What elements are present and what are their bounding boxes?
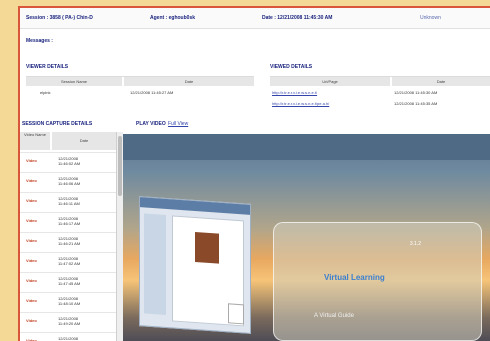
video-date: 12/21/2008 11:46:21 AM [58, 236, 81, 246]
session-label: Session : 3858 ( PA-) Chin-D [26, 15, 93, 21]
viewed-details-title: VIEWED DETAILS [270, 64, 313, 70]
table-row[interactable]: Video 12/21/2008 11:46:11 AM [20, 192, 116, 213]
viewer-details-title: VIEWER DETAILS [26, 64, 69, 70]
video-link[interactable]: Video [26, 198, 37, 203]
table-row[interactable]: Video 12/21/2008 11:47:02 AM [20, 252, 116, 273]
full-view-link[interactable]: Full View [168, 121, 188, 127]
video-link[interactable]: Video [26, 298, 37, 303]
video-link[interactable]: Video [26, 158, 37, 163]
url-link[interactable]: http://r.tr.e.r.v.i.e.w.s.n.e.t/ [272, 90, 317, 95]
video-link[interactable]: Video [26, 238, 37, 243]
table-row[interactable]: Video 12/21/2008 11:49:20 AM [20, 312, 116, 333]
video-date: 12/21/2008 11:50:02 AM [58, 336, 79, 341]
video-list: Video Name Date Video 12/21/2008 11:46:02… [20, 132, 116, 341]
messages-label: Messages : [26, 38, 53, 44]
video-top-bar [123, 134, 490, 160]
panel-subtitle: A Virtual Guide [314, 313, 354, 319]
column-header: Session Name [26, 77, 122, 86]
table-row[interactable]: Video 12/21/2008 11:46:21 AM [20, 232, 116, 253]
video-date: 12/21/2008 11:47:02 AM [58, 256, 81, 266]
video-date: 12/21/2008 11:48:10 AM [58, 296, 81, 306]
table-cell: 12/21/2008 11:45:30 AM [394, 90, 438, 95]
column-header: Date [52, 132, 116, 150]
video-date: 12/21/2008 11:49:20 AM [58, 316, 81, 326]
video-date: 12/21/2008 11:46:11 AM [58, 196, 80, 206]
table-row[interactable]: Video 12/21/2008 11:48:10 AM [20, 292, 116, 313]
screenshot-photo [195, 232, 219, 264]
table-row[interactable]: Video 12/21/2008 11:47:45 AM [20, 272, 116, 293]
viewed-details-table: Url/Page Date http://r.tr.e.r.v.i.e.w.s.… [270, 76, 490, 117]
video-link[interactable]: Video [26, 218, 37, 223]
panel-corner-text: 3.1.2 [409, 241, 421, 247]
column-header: Video Name [20, 132, 50, 150]
play-video-label: PLAY VIDEO [136, 121, 166, 127]
screenshot-sidebar [144, 213, 166, 315]
video-date: 12/21/2008 11:46:17 AM [58, 216, 81, 226]
video-date: 12/21/2008 11:47:45 AM [58, 276, 81, 286]
video-frame-screenshot [139, 196, 251, 334]
column-header: Url/Page [270, 77, 390, 86]
scrollbar[interactable] [116, 132, 123, 341]
table-row[interactable]: Video 12/21/2008 11:46:06 AM [20, 172, 116, 193]
screenshot-title-bar [140, 197, 250, 215]
column-header: Date [392, 77, 490, 86]
video-date: 12/21/2008 11:46:06 AM [58, 176, 81, 186]
table-row[interactable]: Video 12/21/2008 11:46:17 AM [20, 212, 116, 233]
table-cell: 12/21/2008 11:45:35 AM [394, 101, 438, 106]
video-date: 12/21/2008 11:46:02 AM [58, 156, 81, 166]
video-link[interactable]: Video [26, 178, 37, 183]
video-link[interactable]: Video [26, 318, 37, 323]
table-cell: 12/21/2008 11:45:27 AM [130, 90, 174, 95]
video-player[interactable]: 3.1.2 Virtual Learning A Virtual Guide [123, 134, 490, 341]
screenshot-thumbnail [228, 303, 244, 325]
agent-label: Agent : eghoub0sk [150, 15, 196, 21]
report-window: Session : 3858 ( PA-) Chin-D Agent : egh… [18, 6, 490, 341]
table-cell: elpink [40, 90, 51, 95]
session-details-title: SESSION CAPTURE DETAILS [22, 121, 93, 127]
table-row[interactable]: Video12/21/2008 11:50:02 AM [20, 332, 116, 341]
report-header: Session : 3858 ( PA-) Chin-D Agent : egh… [20, 8, 490, 29]
video-link[interactable]: Video [26, 258, 37, 263]
header-link[interactable]: Unknown [420, 15, 441, 21]
column-header: Date [124, 77, 254, 86]
url-link[interactable]: http://r.tr.e.r.v.i.e.w.s.n.e.t/pe.a.h/ [272, 101, 329, 106]
viewer-details-table: Session Name Date elpink 12/21/2008 11:4… [26, 76, 254, 107]
video-overlay-panel: 3.1.2 Virtual Learning A Virtual Guide [273, 222, 482, 341]
table-row[interactable]: Video 12/21/2008 11:46:02 AM [20, 152, 116, 173]
panel-title: Virtual Learning [324, 273, 385, 282]
video-link[interactable]: Video [26, 278, 37, 283]
scrollbar-thumb[interactable] [118, 136, 122, 196]
date-label: Date : 12/21/2008 11:45:30 AM [262, 15, 333, 21]
